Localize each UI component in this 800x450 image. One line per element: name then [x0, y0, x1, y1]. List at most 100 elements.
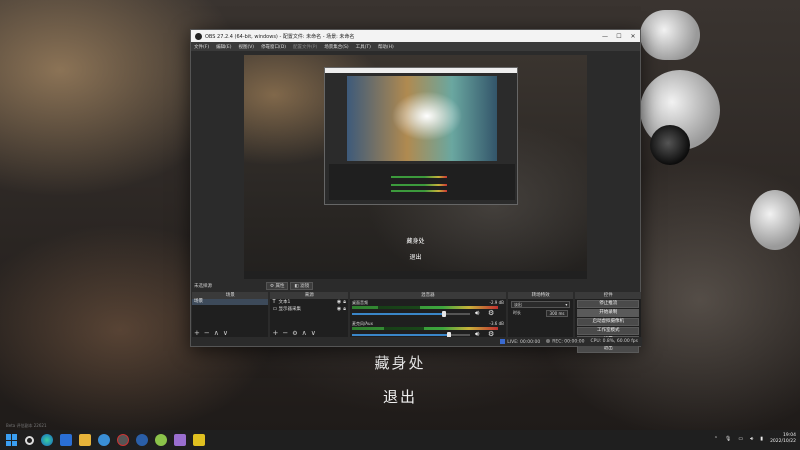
- volume-slider[interactable]: [351, 332, 470, 338]
- camera-lens: [650, 125, 690, 165]
- scenes-dock: 场景 场景 + − ∧ ∨: [192, 292, 269, 337]
- source-label: 文本1: [278, 300, 291, 305]
- move-up-icon[interactable]: ∧: [214, 329, 219, 337]
- remove-scene-icon[interactable]: −: [204, 329, 210, 337]
- nested-obs-capture: [324, 67, 518, 205]
- live-status: LIVE: 00:00:00: [500, 338, 540, 345]
- security-camera-image-2: [640, 10, 700, 60]
- lock-icon[interactable]: 🔒︎: [343, 299, 346, 306]
- move-down-icon[interactable]: ∨: [223, 329, 228, 337]
- start-recording-button[interactable]: 开始录制: [577, 309, 639, 317]
- mixer-channel: 桌面音频 -2.9 dB 🔊︎ ⚙: [350, 299, 506, 320]
- stop-streaming-button[interactable]: 停止推流: [577, 300, 639, 308]
- duration-field[interactable]: 时长 300 ms: [511, 310, 571, 317]
- transitions-dock: 转场特效 淡出 ▾ 时长 300 ms: [507, 292, 574, 337]
- system-tray: ⌃ 🎙︎ ▭ 🔊︎ ▮ 19:04 2022/10/22: [714, 433, 796, 445]
- menu-scene-collection[interactable]: 场景集合(S): [324, 44, 348, 50]
- title-bar[interactable]: OBS 27.2.4 (64-bit, windows) - 配置文件: 未命名…: [191, 30, 640, 42]
- close-button[interactable]: ✕: [626, 33, 640, 40]
- add-scene-icon[interactable]: +: [194, 329, 200, 337]
- obs-taskbar-icon[interactable]: [117, 434, 129, 446]
- nested-docks: [329, 164, 515, 200]
- store-icon[interactable]: [60, 434, 72, 446]
- nested-preview: [347, 76, 497, 161]
- menu-docks[interactable]: 停靠窗口(D): [261, 44, 286, 50]
- chevron-up-icon[interactable]: ⌃: [714, 436, 718, 442]
- menu-edit[interactable]: 编辑(E): [216, 44, 231, 50]
- menu-bar: 文件(F) 编辑(E) 视图(V) 停靠窗口(D) 配置文件(P) 场景集合(S…: [191, 42, 640, 51]
- network-icon[interactable]: ▭: [738, 436, 743, 442]
- minimize-button[interactable]: —: [598, 33, 612, 40]
- filters-button[interactable]: ◧ 滤镜: [290, 282, 314, 290]
- source-toolbar: 未选择源 ⚙ 属性 ◧ 滤镜: [191, 281, 642, 291]
- sources-dock: 来源 T 文本1 ◉ 🔒︎ ▭ 显示器采集 ◉ 🔒︎ + − ⚙ ∧ ∨: [270, 292, 348, 337]
- scenes-header: 场景: [192, 292, 269, 299]
- transitions-header: 转场特效: [507, 292, 574, 299]
- chevron-down-icon: ▾: [565, 302, 568, 307]
- add-source-icon[interactable]: +: [272, 329, 278, 337]
- edge-icon[interactable]: [41, 434, 53, 446]
- clock-date: 2022/10/22: [770, 439, 796, 444]
- mic-icon[interactable]: 🎙︎: [725, 436, 731, 442]
- gear-icon[interactable]: ⚙: [488, 309, 494, 317]
- volume-icon[interactable]: 🔊︎: [750, 436, 753, 442]
- file-explorer-icon[interactable]: [79, 434, 91, 446]
- sources-toolbar: + − ⚙ ∧ ∨: [270, 329, 347, 337]
- rec-status: REC: 00:00:00: [546, 338, 585, 344]
- app-icon[interactable]: [98, 434, 110, 446]
- maximize-button[interactable]: ☐: [612, 33, 626, 40]
- preview-taskbar: [244, 271, 587, 279]
- duration-value[interactable]: 300 ms: [545, 310, 569, 317]
- studio-mode-button[interactable]: 工作室模式: [577, 327, 639, 335]
- source-settings-icon[interactable]: ⚙: [292, 330, 297, 337]
- menu-tools[interactable]: 工具(T): [356, 44, 371, 50]
- start-button[interactable]: [6, 434, 18, 446]
- app-icon[interactable]: [193, 434, 205, 446]
- cpu-status: CPU: 0.8%, 60.00 fps: [590, 339, 639, 344]
- overlay-exit: 退出: [382, 388, 417, 406]
- scenes-toolbar: + − ∧ ∨: [192, 329, 268, 337]
- exit-button[interactable]: 退出: [577, 345, 639, 353]
- app-icon[interactable]: [174, 434, 186, 446]
- volume-slider[interactable]: [351, 311, 470, 317]
- source-label: 显示器采集: [278, 307, 301, 312]
- menu-file[interactable]: 文件(F): [194, 44, 209, 50]
- eye-icon[interactable]: ◉: [337, 299, 341, 306]
- speaker-icon[interactable]: 🔊︎: [475, 309, 479, 318]
- app-icon[interactable]: [136, 434, 148, 446]
- transition-select[interactable]: 淡出 ▾: [510, 301, 571, 308]
- remove-source-icon[interactable]: −: [282, 329, 288, 337]
- duration-label: 时长: [512, 310, 521, 315]
- live-icon: [500, 338, 506, 344]
- preview-canvas[interactable]: 藏身处 退出: [244, 55, 587, 279]
- menu-help[interactable]: 帮助(H): [378, 44, 394, 50]
- menu-view[interactable]: 视图(V): [238, 44, 254, 50]
- scene-item[interactable]: 场景: [192, 299, 269, 305]
- preview-text-title: 藏身处: [406, 238, 425, 245]
- status-bar: LIVE: 00:00:00 REC: 00:00:00 CPU: 0.8%, …: [191, 337, 642, 346]
- move-down-icon[interactable]: ∨: [311, 329, 316, 337]
- clock[interactable]: 19:04 2022/10/22: [770, 433, 796, 445]
- no-source-label: 未选择源: [194, 284, 212, 289]
- sources-header: 来源: [270, 292, 348, 299]
- battery-icon[interactable]: ▮: [760, 436, 763, 442]
- search-icon[interactable]: [25, 435, 34, 445]
- watermark-text: Beta 评估副本 22621: [6, 423, 47, 428]
- obs-window: OBS 27.2.4 (64-bit, windows) - 配置文件: 未命名…: [190, 29, 642, 353]
- controls-header: 控件: [575, 292, 641, 299]
- eye-icon[interactable]: ◉: [337, 306, 341, 313]
- properties-button[interactable]: ⚙ 属性: [266, 282, 289, 290]
- dock-area: 场景 场景 + − ∧ ∨ 来源 T 文本1 ◉ 🔒︎ ▭ 显示器采集 ◉ 🔒︎…: [191, 292, 642, 353]
- source-item[interactable]: T 文本1 ◉ 🔒︎: [270, 299, 347, 306]
- move-up-icon[interactable]: ∧: [302, 329, 307, 337]
- source-item[interactable]: ▭ 显示器采集 ◉ 🔒︎: [270, 306, 347, 313]
- virtual-camera-button[interactable]: 启动虚拟摄像机: [577, 318, 639, 326]
- preview-text-exit: 退出: [409, 254, 422, 261]
- mixer-dock: 混音器 桌面音频 -2.9 dB 🔊︎ ⚙ 麦克风/Aux -3.6 dB 🔊︎ ⚙: [349, 292, 506, 338]
- taskbar: ⌃ 🎙︎ ▭ 🔊︎ ▮ 19:04 2022/10/22: [0, 430, 800, 450]
- record-icon: [546, 338, 551, 343]
- menu-profile[interactable]: 配置文件(P): [293, 44, 317, 50]
- app-icon[interactable]: [155, 434, 167, 446]
- lock-icon[interactable]: 🔒︎: [343, 306, 346, 313]
- obs-logo-icon: [195, 32, 202, 40]
